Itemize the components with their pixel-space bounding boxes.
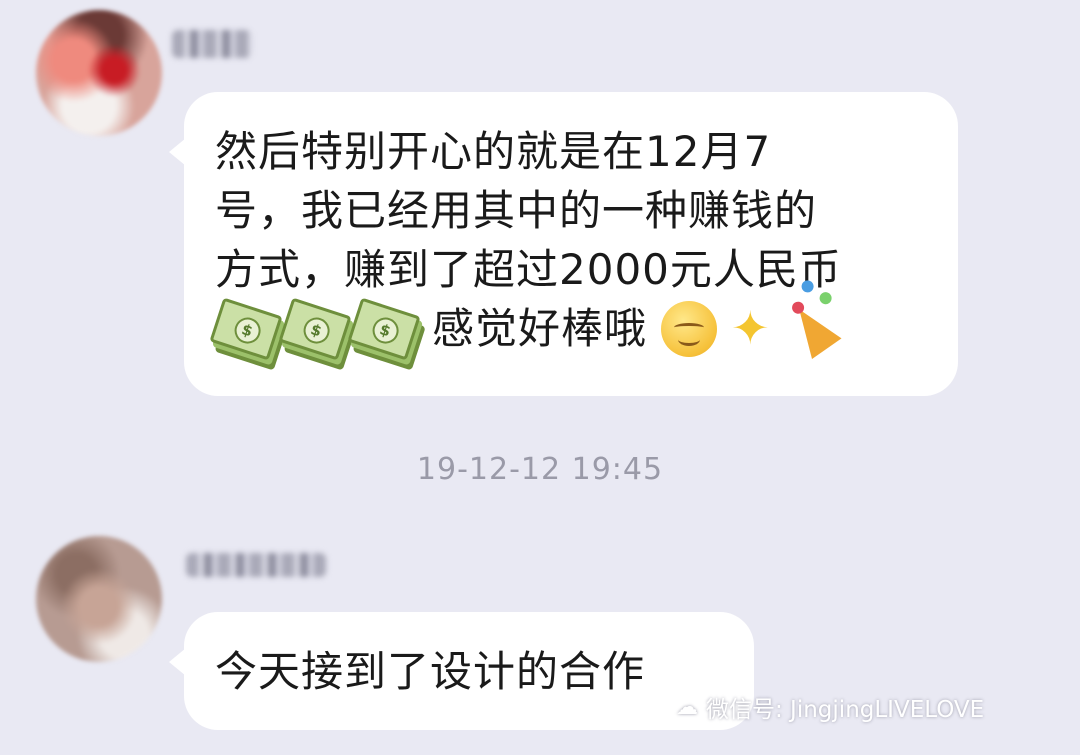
sender-name-blurred-2: [186, 553, 326, 577]
party-popper-emoji-icon: [784, 298, 842, 359]
message-line: 号，我已经用其中的一种赚钱的: [215, 186, 818, 235]
sender-avatar-1[interactable]: [36, 10, 162, 136]
sender-name-blurred-1: [172, 30, 252, 58]
money-with-wings-emoji-icon: $: [209, 297, 283, 360]
message-text-1: 然后特别开心的就是在12月7 号，我已经用其中的一种赚钱的 方式，赚到了超过20…: [209, 122, 935, 360]
message-line: 然后特别开心的就是在12月7: [215, 127, 772, 176]
sender-avatar-2[interactable]: [36, 536, 162, 662]
message-line: 方式，赚到了超过2000元人民币: [215, 245, 842, 294]
smiling-face-emoji-icon: [661, 300, 718, 357]
chat-timestamp: 19-12-12 19:45: [416, 452, 664, 487]
message-text-2: 今天接到了设计的合作: [215, 647, 646, 696]
wechat-icon: ☁: [676, 694, 698, 720]
message-tail-text: 感觉好棒哦: [432, 304, 648, 353]
sparkles-emoji-icon: ✦: [731, 301, 771, 355]
message-emoji-line: $ $ $ 感觉好棒哦 ✦: [209, 297, 935, 360]
watermark-text: 微信号: JingjingLIVELOVE: [706, 697, 985, 723]
money-with-wings-emoji-icon: $: [278, 297, 352, 360]
watermark: ☁ 微信号: JingjingLIVELOVE: [676, 690, 984, 724]
message-bubble-2[interactable]: 今天接到了设计的合作: [169, 612, 754, 730]
message-bubble-1[interactable]: 然后特别开心的就是在12月7 号，我已经用其中的一种赚钱的 方式，赚到了超过20…: [169, 92, 958, 396]
money-with-wings-emoji-icon: $: [347, 297, 421, 360]
